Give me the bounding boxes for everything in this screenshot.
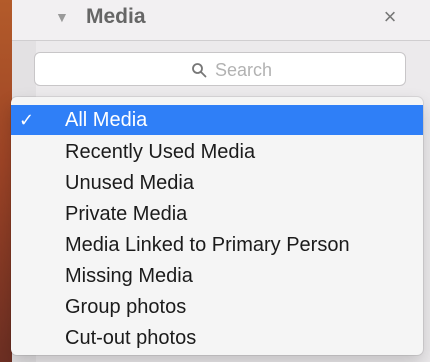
disclosure-triangle-icon[interactable]: ▼ [55, 9, 71, 25]
menu-item-media-linked-primary-person[interactable]: Media Linked to Primary Person [11, 230, 423, 260]
menu-item-label: Private Media [65, 203, 188, 225]
menu-item-label: All Media [65, 109, 148, 131]
menu-item-label: Missing Media [65, 265, 193, 287]
menu-item-label: Cut-out photos [65, 327, 197, 349]
menu-item-label: Recently Used Media [65, 141, 256, 163]
search-icon [192, 63, 207, 78]
panel-title: Media [86, 5, 146, 28]
menu-item-label: Unused Media [65, 172, 194, 194]
menu-item-missing-media[interactable]: Missing Media [11, 261, 423, 291]
menu-item-private-media[interactable]: Private Media [11, 199, 423, 229]
menu-item-label: Group photos [65, 296, 187, 318]
panel-header [12, 0, 430, 41]
menu-item-all-media[interactable]: ✓ All Media [11, 105, 423, 135]
checkmark-icon: ✓ [19, 110, 35, 130]
menu-item-recently-used-media[interactable]: Recently Used Media [11, 137, 423, 167]
search-input[interactable]: Search [34, 52, 406, 86]
menu-item-label: Media Linked to Primary Person [65, 234, 350, 256]
search-placeholder: Search [215, 60, 273, 80]
menu-item-unused-media[interactable]: Unused Media [11, 168, 423, 198]
menu-item-group-photos[interactable]: Group photos [11, 292, 423, 322]
close-icon[interactable]: × [378, 5, 402, 29]
menu-item-cut-out-photos[interactable]: Cut-out photos [11, 323, 423, 353]
media-filter-menu: ✓ All Media Recently Used Media Unused M… [11, 97, 423, 355]
